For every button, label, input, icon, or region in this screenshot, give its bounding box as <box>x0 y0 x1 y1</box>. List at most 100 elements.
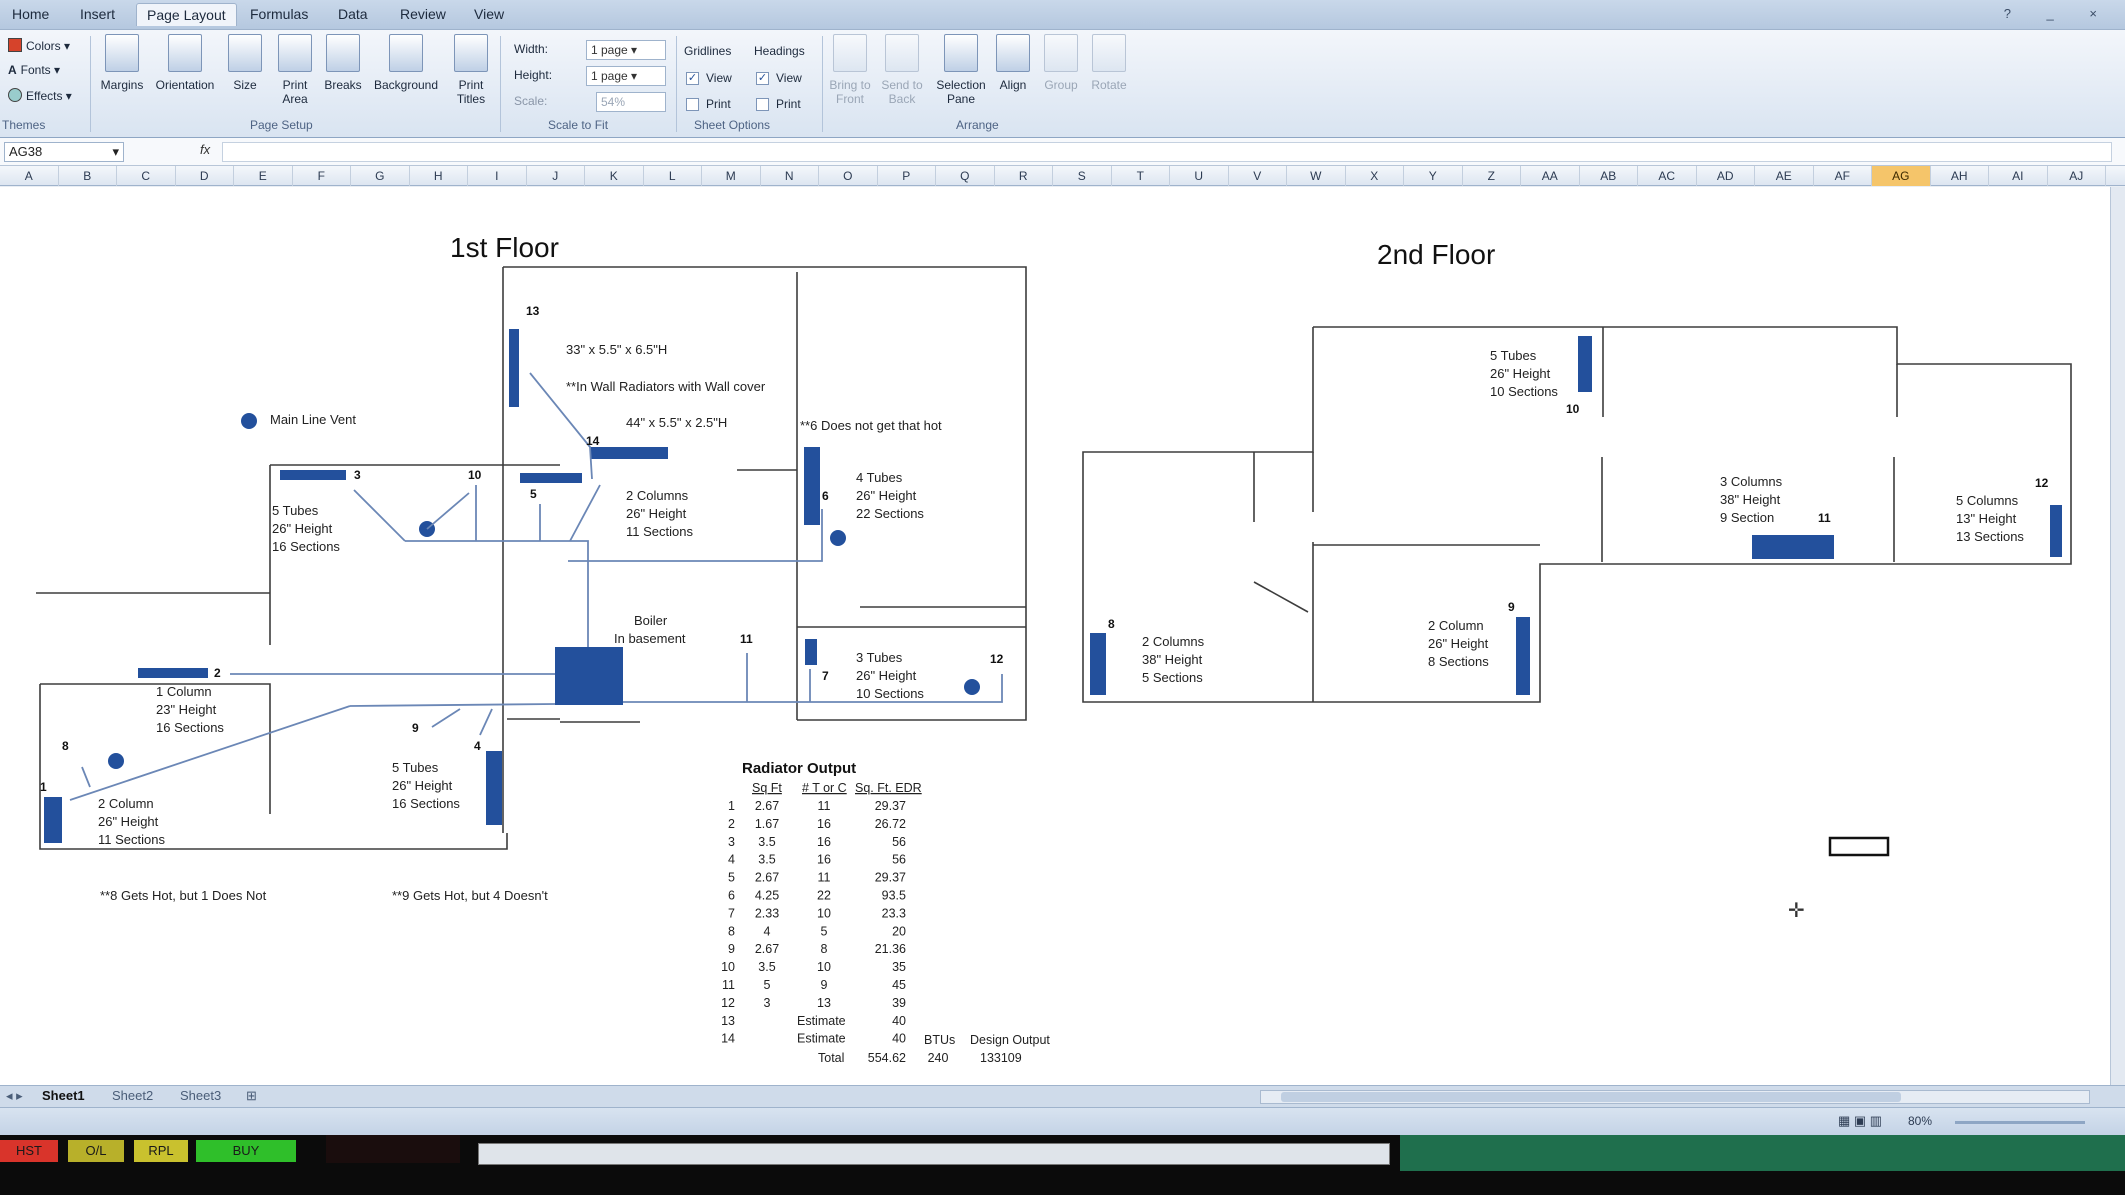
column-header-a[interactable]: A <box>0 166 59 186</box>
selection-pane-button[interactable]: Selection Pane <box>930 34 992 106</box>
taskbar-button-rpl[interactable]: RPL <box>134 1140 188 1162</box>
colors-button[interactable]: Colors ▾ <box>8 38 70 53</box>
effects-button[interactable]: Effects ▾ <box>8 88 72 103</box>
height-select[interactable]: 1 page ▾ <box>586 66 666 86</box>
column-header-w[interactable]: W <box>1287 166 1346 186</box>
column-header-n[interactable]: N <box>761 166 819 186</box>
tab-page-layout[interactable]: Page Layout <box>136 3 237 26</box>
table-cell: 2.67 <box>755 942 779 956</box>
column-header-v[interactable]: V <box>1229 166 1287 186</box>
fx-icon[interactable]: fx <box>200 142 210 157</box>
wall <box>269 464 560 645</box>
column-header-af[interactable]: AF <box>1814 166 1872 186</box>
column-header-ac[interactable]: AC <box>1638 166 1697 186</box>
column-header-h[interactable]: H <box>410 166 468 186</box>
name-box[interactable]: AG38 ▾ <box>4 142 124 162</box>
column-header-r[interactable]: R <box>995 166 1053 186</box>
width-select[interactable]: 1 page ▾ <box>586 40 666 60</box>
column-header-ae[interactable]: AE <box>1755 166 1814 186</box>
window-controls[interactable]: ? _ × <box>2004 6 2113 21</box>
selected-cell-ag38[interactable] <box>1828 836 1890 857</box>
margins-button[interactable]: Margins <box>92 34 152 92</box>
column-header-i[interactable]: I <box>468 166 527 186</box>
view-mode-icons[interactable]: ▦ ▣ ▥ <box>1838 1113 1882 1129</box>
column-header-ad[interactable]: AD <box>1697 166 1755 186</box>
column-header-b[interactable]: B <box>59 166 117 186</box>
breaks-button[interactable]: Breaks <box>318 34 368 92</box>
background-button[interactable]: Background <box>366 34 446 92</box>
effects-icon <box>8 88 22 102</box>
label-line: 2 Column <box>1428 618 1484 633</box>
fonts-button[interactable]: A Fonts ▾ <box>8 63 60 77</box>
gridlines-print-checkbox[interactable] <box>686 98 699 111</box>
number-4: 4 <box>474 739 481 753</box>
pipe-arrow <box>431 708 493 736</box>
tab-formulas[interactable]: Formulas <box>250 6 308 22</box>
tab-review[interactable]: Review <box>400 6 446 22</box>
separator <box>822 36 823 132</box>
column-header-d[interactable]: D <box>176 166 234 186</box>
print-area-button[interactable]: Print Area <box>270 34 320 106</box>
rotate-button[interactable]: Rotate <box>1084 34 1134 92</box>
label-line: 10 Sections <box>856 686 924 701</box>
column-header-l[interactable]: L <box>644 166 702 186</box>
column-header-g[interactable]: G <box>351 166 410 186</box>
column-header-x[interactable]: X <box>1346 166 1404 186</box>
column-header-ab[interactable]: AB <box>1580 166 1638 186</box>
column-header-ai[interactable]: AI <box>1989 166 2048 186</box>
column-header-j[interactable]: J <box>527 166 585 186</box>
column-header-ag[interactable]: AG <box>1872 166 1931 186</box>
pipe-arrow <box>405 540 589 647</box>
scroll-thumb[interactable] <box>1281 1092 1901 1102</box>
column-header-s[interactable]: S <box>1053 166 1112 186</box>
tab-sheet1[interactable]: Sheet1 <box>42 1088 85 1103</box>
column-header-e[interactable]: E <box>234 166 293 186</box>
orientation-button[interactable]: Orientation <box>150 34 220 92</box>
vertical-scrollbar[interactable] <box>2110 187 2125 1085</box>
scale-stepper[interactable]: 54% <box>596 92 666 112</box>
column-header-q[interactable]: Q <box>936 166 995 186</box>
column-header-f[interactable]: F <box>293 166 351 186</box>
label-line: 5 Tubes <box>392 760 439 775</box>
send-to-back-button[interactable]: Send to Back <box>876 34 928 106</box>
column-header-ah[interactable]: AH <box>1931 166 1989 186</box>
group-button[interactable]: Group <box>1036 34 1086 92</box>
column-header-z[interactable]: Z <box>1463 166 1521 186</box>
size-button[interactable]: Size <box>222 34 268 92</box>
worksheet[interactable]: 1st Floor Main Line Vent 33" x 5.5" x 6.… <box>0 187 2110 1085</box>
new-sheet-icon[interactable]: ⊞ <box>246 1088 257 1104</box>
tab-sheet3[interactable]: Sheet3 <box>180 1088 221 1103</box>
formula-input[interactable] <box>222 142 2112 162</box>
column-header-m[interactable]: M <box>702 166 761 186</box>
sheet-nav-icon[interactable]: ◂ ▸ <box>6 1088 23 1104</box>
table-cell: 26.72 <box>875 817 906 831</box>
horizontal-scrollbar[interactable] <box>1260 1090 2090 1104</box>
column-header-o[interactable]: O <box>819 166 878 186</box>
column-header-y[interactable]: Y <box>1404 166 1463 186</box>
column-header-ak[interactable]: AK <box>2106 166 2125 186</box>
column-header-k[interactable]: K <box>585 166 644 186</box>
column-header-t[interactable]: T <box>1112 166 1170 186</box>
taskbar-button-buy[interactable]: BUY <box>196 1140 296 1162</box>
print-titles-button[interactable]: Print Titles <box>446 34 496 106</box>
column-header-u[interactable]: U <box>1170 166 1229 186</box>
headings-view-checkbox[interactable]: ✓ <box>756 72 769 85</box>
column-header-c[interactable]: C <box>117 166 176 186</box>
column-header-p[interactable]: P <box>878 166 936 186</box>
taskbar-button-ol[interactable]: O/L <box>68 1140 124 1162</box>
taskbar-scrollbar[interactable] <box>478 1143 1390 1165</box>
column-header-aa[interactable]: AA <box>1521 166 1580 186</box>
tab-sheet2[interactable]: Sheet2 <box>112 1088 153 1103</box>
column-header-aj[interactable]: AJ <box>2048 166 2106 186</box>
tab-view[interactable]: View <box>474 6 504 22</box>
gridlines-view-checkbox[interactable]: ✓ <box>686 72 699 85</box>
tab-insert[interactable]: Insert <box>80 6 115 22</box>
align-button[interactable]: Align <box>990 34 1036 92</box>
bring-to-front-button[interactable]: Bring to Front <box>824 34 876 106</box>
taskbar-button-hst[interactable]: HST <box>0 1140 58 1162</box>
zoom-slider[interactable] <box>1955 1121 2085 1124</box>
radiator-14-dims: 44" x 5.5" x 2.5"H <box>626 415 727 430</box>
tab-data[interactable]: Data <box>338 6 368 22</box>
headings-print-checkbox[interactable] <box>756 98 769 111</box>
tab-home[interactable]: Home <box>12 6 49 22</box>
